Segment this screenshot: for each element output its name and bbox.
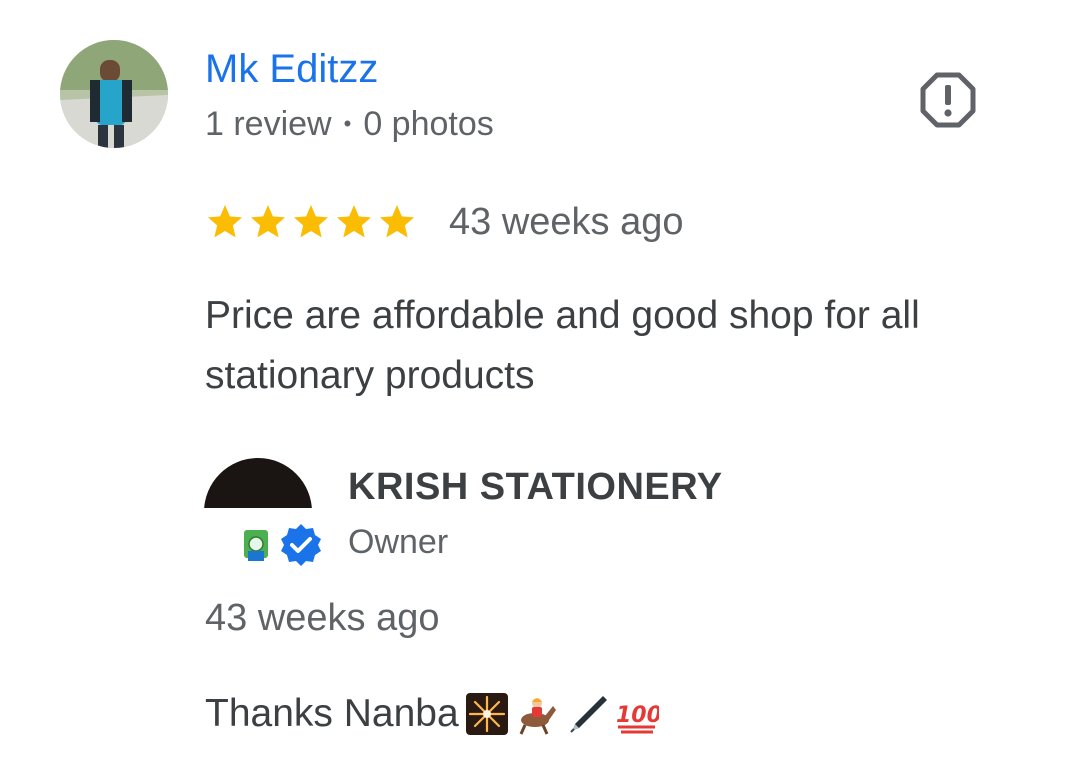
star-icon xyxy=(337,205,371,238)
owner-avatar[interactable] xyxy=(204,458,321,566)
owner-role-label: Owner xyxy=(348,523,449,561)
verified-badge-icon xyxy=(281,524,321,566)
reviewer-name[interactable]: Mk Editzz xyxy=(205,44,378,94)
review-time: 43 weeks ago xyxy=(449,201,684,243)
star-icon xyxy=(251,205,285,238)
reviewer-review-count: 1 review xyxy=(205,105,332,143)
owner-name: KRISH STATIONERY xyxy=(348,466,723,508)
report-button[interactable] xyxy=(920,72,976,128)
star-icon xyxy=(380,205,414,238)
pen-emoji-icon xyxy=(569,696,607,733)
star-icon xyxy=(208,205,242,238)
star-rating xyxy=(205,200,420,244)
svg-text:100: 100 xyxy=(616,703,659,728)
reviewer-meta: 1 review • 0 photos xyxy=(205,103,494,145)
horse-racing-emoji-icon xyxy=(519,698,556,735)
reply-text-body: Thanks Nanba xyxy=(205,692,459,735)
review-text: Price are affordable and good shop for a… xyxy=(205,294,920,397)
fireworks-emoji-icon xyxy=(465,693,508,735)
hundred-points-emoji-icon: 100 xyxy=(616,703,659,734)
star-icon xyxy=(294,205,328,238)
report-flag-icon xyxy=(920,72,976,128)
reply-text: Thanks Nanba 100 xyxy=(205,688,659,740)
reply-time: 43 weeks ago xyxy=(205,597,440,639)
reviewer-avatar[interactable] xyxy=(60,40,168,148)
reviewer-photo-count: 0 photos xyxy=(363,105,494,143)
meta-separator: • xyxy=(343,111,352,136)
